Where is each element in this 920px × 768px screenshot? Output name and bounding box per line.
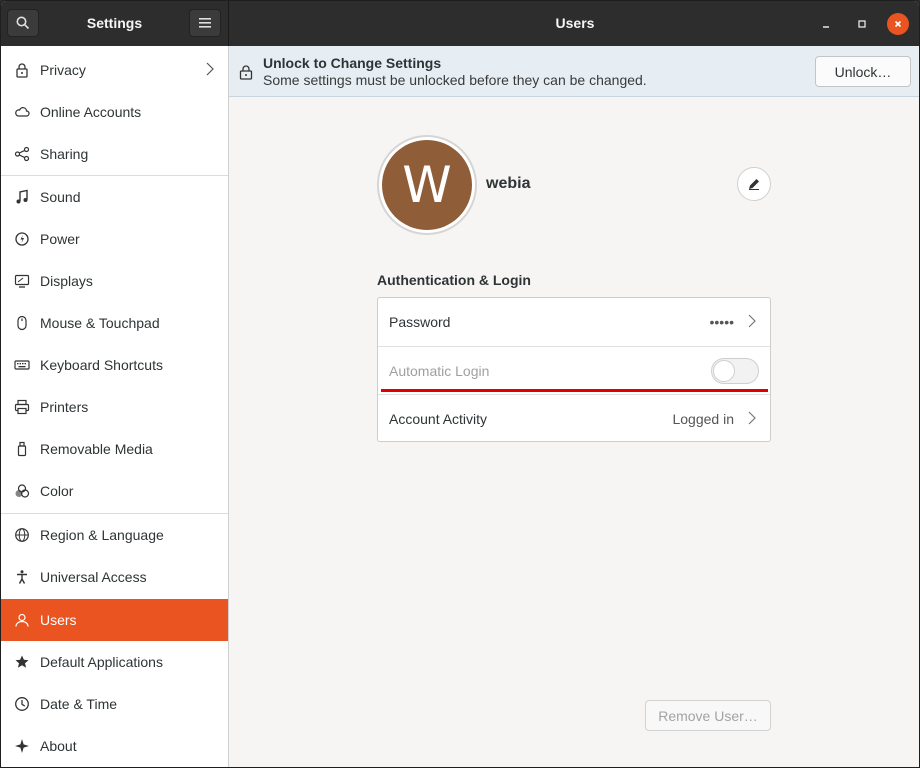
sidebar-item-date-time[interactable]: Date & Time <box>1 683 228 725</box>
automatic-login-row: Automatic Login <box>378 346 770 394</box>
sidebar-item-sound[interactable]: Sound <box>1 176 228 218</box>
printer-icon <box>13 398 31 416</box>
sidebar-item-label: Displays <box>40 273 93 289</box>
minimize-button[interactable] <box>815 13 837 35</box>
sidebar-item-label: Color <box>40 483 74 499</box>
power-icon <box>13 230 31 248</box>
sidebar-item-region-language[interactable]: Region & Language <box>1 514 228 556</box>
password-row[interactable]: Password ••••• <box>378 298 770 346</box>
search-button[interactable] <box>7 9 39 37</box>
mouse-icon <box>13 314 31 332</box>
sidebar-item-mouse-touchpad[interactable]: Mouse & Touchpad <box>1 302 228 344</box>
star-icon <box>13 653 31 671</box>
sidebar-header: Settings <box>1 1 229 46</box>
password-label: Password <box>389 314 451 330</box>
sidebar-item-label: Date & Time <box>40 696 118 712</box>
sidebar-item-label: Online Accounts <box>40 104 142 120</box>
sidebar-item-label: Privacy <box>40 62 86 78</box>
content-header: Users <box>229 1 919 46</box>
sidebar-item-users[interactable]: Users <box>1 599 228 641</box>
account-activity-label: Account Activity <box>389 410 488 427</box>
sidebar-item-printers[interactable]: Printers <box>1 386 228 428</box>
account-activity-value: Logged in <box>672 411 734 427</box>
edit-name-button[interactable] <box>737 167 771 201</box>
sidebar-item-label: Removable Media <box>40 441 153 457</box>
maximize-button[interactable] <box>851 13 873 35</box>
sidebar-item-power[interactable]: Power <box>1 218 228 260</box>
maximize-icon <box>858 20 866 28</box>
lock-icon <box>239 65 253 80</box>
switch-knob <box>713 360 735 382</box>
sidebar-item-label: Keyboard Shortcuts <box>40 357 163 373</box>
keyboard-icon <box>13 356 31 374</box>
menu-button[interactable] <box>189 9 221 37</box>
sidebar-item-color[interactable]: Color <box>1 470 228 512</box>
users-icon <box>13 611 31 629</box>
sidebar-item-universal-access[interactable]: Universal Access <box>1 556 228 598</box>
unlock-button[interactable]: Unlock… <box>815 56 911 87</box>
clock-icon <box>13 695 31 713</box>
username-label: webia <box>486 175 531 192</box>
sidebar-item-label: Universal Access <box>40 569 147 585</box>
sidebar-item-default-applications[interactable]: Default Applications <box>1 641 228 683</box>
sidebar-item-label: Sharing <box>40 146 89 162</box>
infobar-title: Unlock to Change Settings <box>263 55 442 71</box>
hamburger-icon <box>199 18 211 28</box>
auth-list: Password ••••• Automatic Login Account A… <box>377 297 771 442</box>
sidebar-item-keyboard-shortcuts[interactable]: Keyboard Shortcuts <box>1 344 228 386</box>
pencil-icon <box>749 179 759 190</box>
sidebar: Privacy Online Accounts Sharing Sound Po… <box>1 46 229 767</box>
remove-user-button[interactable]: Remove User… <box>645 700 771 731</box>
account-activity-row[interactable]: Account Activity Logged in <box>378 394 770 442</box>
cloud-icon <box>13 103 31 121</box>
sidebar-item-online-accounts[interactable]: Online Accounts <box>1 91 228 133</box>
highlight-underline <box>381 389 768 392</box>
sidebar-item-label: Printers <box>40 399 89 415</box>
sidebar-item-about[interactable]: About <box>1 725 228 767</box>
sidebar-item-label: Default Applications <box>40 654 163 670</box>
sidebar-item-displays[interactable]: Displays <box>1 260 228 302</box>
sidebar-item-removable-media[interactable]: Removable Media <box>1 428 228 470</box>
sidebar-item-label: Region & Language <box>40 527 164 543</box>
password-value: ••••• <box>709 314 734 330</box>
share-icon <box>13 145 31 163</box>
sidebar-item-label: About <box>40 738 77 754</box>
sidebar-item-privacy[interactable]: Privacy <box>1 49 228 91</box>
chevron-right-icon <box>748 411 756 425</box>
close-button[interactable] <box>887 13 909 35</box>
sidebar-item-label: Sound <box>40 189 81 205</box>
unlock-infobar: Unlock to Change Settings Some settings … <box>229 46 919 97</box>
sidebar-item-label: Users <box>40 612 77 628</box>
color-icon <box>13 482 31 500</box>
settings-window: Settings Users Privacy Online Accounts S… <box>0 0 920 768</box>
auth-section-title: Authentication & Login <box>377 272 531 288</box>
search-icon <box>16 16 30 30</box>
automatic-login-label: Automatic Login <box>389 362 490 379</box>
globe-icon <box>13 526 31 544</box>
infobar-subtitle: Some settings must be unlocked before th… <box>263 72 647 88</box>
usb-drive-icon <box>13 440 31 458</box>
minimize-icon <box>823 26 829 28</box>
avatar[interactable]: W <box>382 140 472 230</box>
header-bar: Settings Users <box>1 1 919 46</box>
sidebar-title: Settings <box>86 15 143 31</box>
users-panel: Unlock to Change Settings Some settings … <box>229 46 919 767</box>
sparkle-icon <box>13 737 31 755</box>
chevron-right-icon <box>748 314 756 328</box>
chevron-right-icon <box>206 62 214 76</box>
display-icon <box>13 272 31 290</box>
accessibility-icon <box>13 568 31 586</box>
automatic-login-switch[interactable] <box>711 358 759 384</box>
sidebar-item-label: Mouse & Touchpad <box>40 315 160 331</box>
sidebar-item-label: Power <box>40 231 80 247</box>
sidebar-item-sharing[interactable]: Sharing <box>1 133 228 175</box>
music-note-icon <box>13 188 31 206</box>
lock-icon <box>13 61 31 79</box>
close-icon <box>894 20 902 28</box>
